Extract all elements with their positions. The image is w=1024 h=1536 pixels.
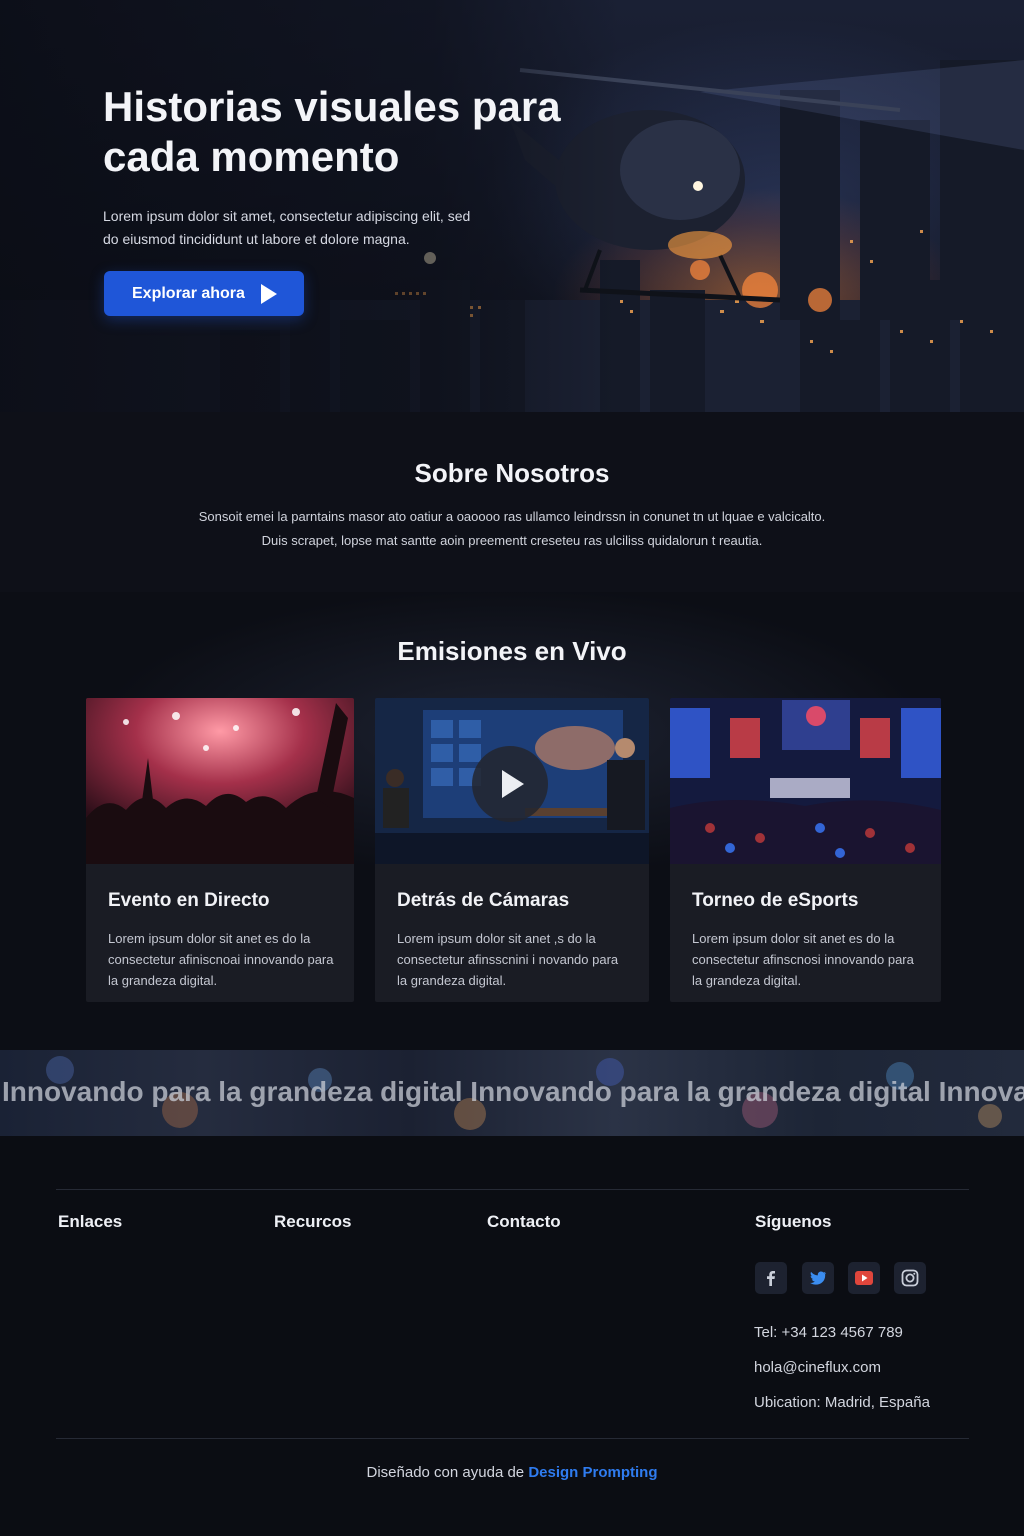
about-title: Sobre Nosotros (414, 458, 610, 488)
hero-title: Historias visuales para cada momento (103, 83, 561, 180)
footer-divider-top (56, 1189, 969, 1190)
footer-divider-bottom (56, 1438, 969, 1439)
tv-studio-image (375, 698, 649, 864)
card-description: Lorem ipsum dolor sit anet es do la cons… (692, 931, 914, 988)
twitter-icon[interactable] (802, 1262, 834, 1294)
marquee-text: Innovando para la grandeza digital Innov… (2, 1076, 1024, 1107)
footer-location: Ubication: Madrid, España (754, 1394, 930, 1411)
footer: Enlaces Recurcos Contacto Síguenos Tel: … (0, 1136, 1024, 1536)
card-title: Detrás de Cámaras (397, 890, 570, 911)
marquee-banner: Innovando para la grandeza digital Innov… (0, 1050, 1024, 1136)
card-behind-scenes[interactable]: Detrás de Cámaras Lorem ipsum dolor sit … (375, 698, 649, 1002)
about-text-line-2: Duis scrapet, lopse mat santte aoin pree… (261, 533, 763, 548)
about-section: Sobre Nosotros Sonsoit emei la parntains… (0, 412, 1024, 592)
design-prompting-link[interactable]: Design Prompting (528, 1464, 657, 1481)
footer-credit: Diseñado con ayuda de Design Prompting (0, 1464, 1024, 1481)
footer-heading-social: Síguenos (755, 1212, 832, 1231)
card-title: Evento en Directo (108, 890, 270, 911)
explore-button[interactable]: Explorar ahora (104, 271, 304, 316)
live-section: Emisiones en Vivo Evento en Directo Lore… (0, 592, 1024, 1050)
hero-section: Historias visuales para cada momento Lor… (0, 0, 1024, 412)
card-live-event[interactable]: Evento en Directo Lorem ipsum dolor sit … (86, 698, 354, 1002)
card-description: Lorem ipsum dolor sit anet ,s do la cons… (397, 931, 619, 988)
explore-button-label: Explorar ahora (132, 284, 245, 302)
card-title: Torneo de eSports (692, 890, 859, 911)
about-text-line-1: Sonsoit emei la parntains masor ato oati… (198, 509, 826, 524)
youtube-icon[interactable] (848, 1262, 880, 1294)
live-title: Emisiones en Vivo (397, 636, 627, 666)
footer-heading-contact: Contacto (487, 1212, 561, 1231)
play-arrow-icon (260, 283, 277, 304)
footer-phone: Tel: +34 123 4567 789 (754, 1324, 903, 1341)
esports-arena-image (670, 698, 941, 864)
credit-prefix: Diseñado con ayuda de (366, 1464, 529, 1481)
facebook-icon[interactable] (755, 1262, 787, 1294)
play-circle-icon[interactable] (472, 746, 548, 822)
instagram-icon[interactable] (894, 1262, 926, 1294)
hero-subtitle: Lorem ipsum dolor sit amet, consectetur … (103, 208, 471, 247)
footer-email-link[interactable]: hola@cineflux.com (754, 1359, 881, 1376)
footer-heading-resources: Recurcos (274, 1212, 352, 1231)
card-esports[interactable]: Torneo de eSports Lorem ipsum dolor sit … (670, 698, 941, 1002)
footer-heading-links: Enlaces (58, 1212, 123, 1231)
card-description: Lorem ipsum dolor sit anet es do la cons… (108, 931, 334, 988)
concert-crowd-image (86, 698, 354, 864)
